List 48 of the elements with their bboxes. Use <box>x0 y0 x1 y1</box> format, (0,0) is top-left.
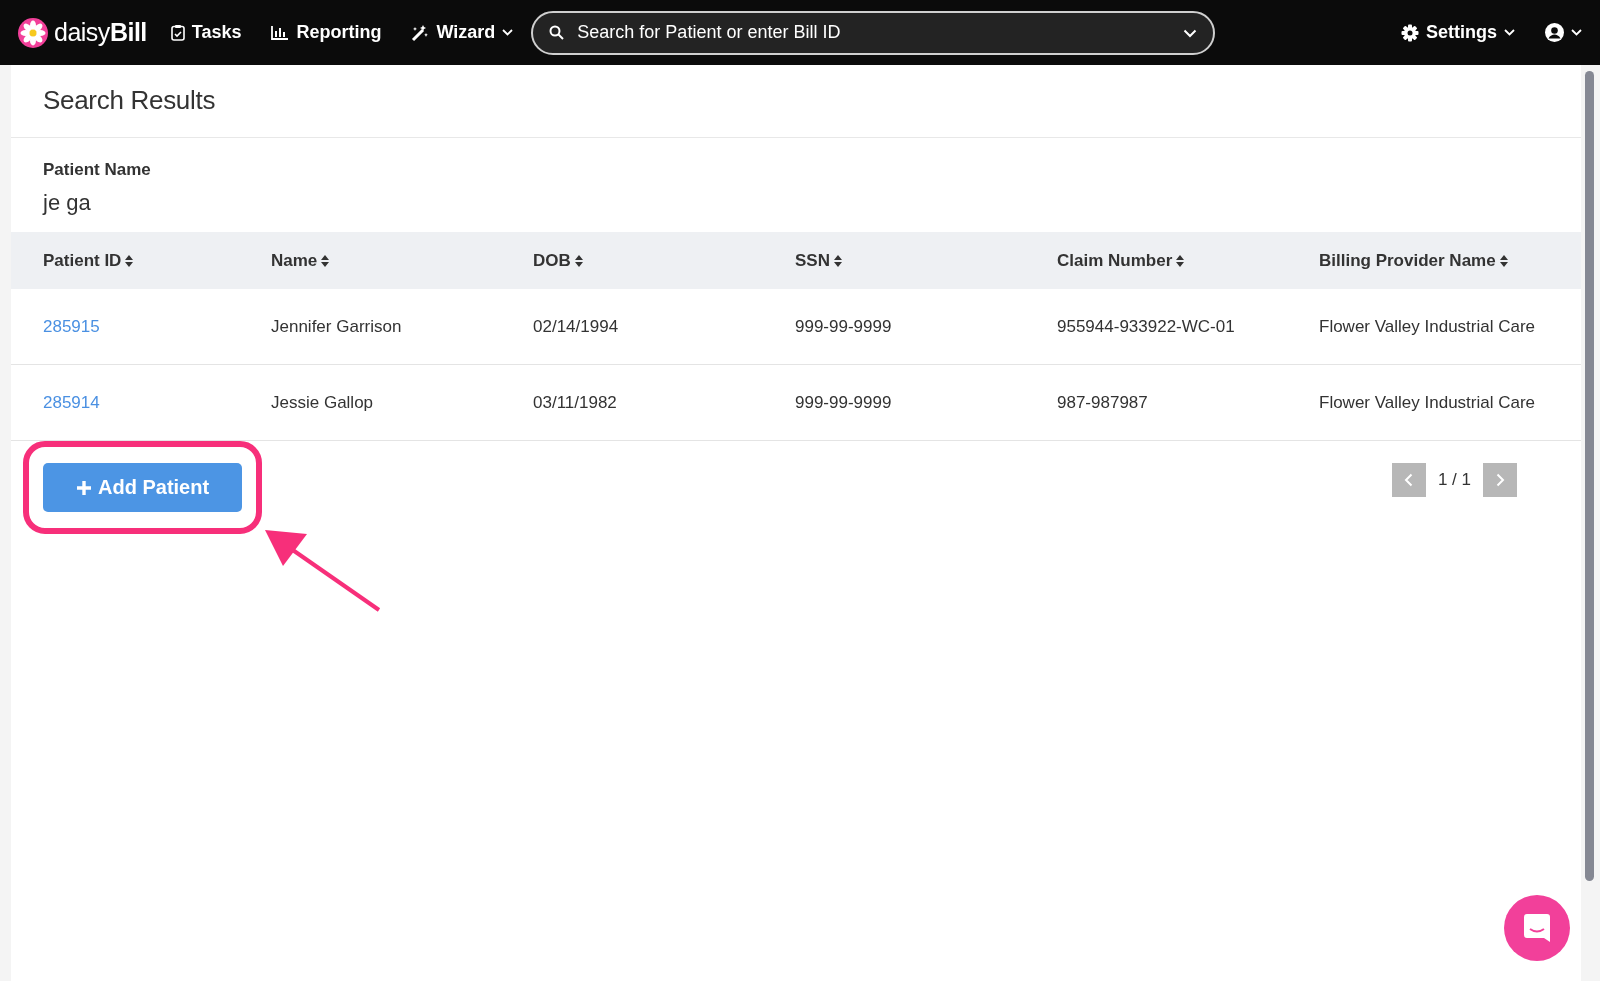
table-cell: 955944-933922-WC-01 <box>1057 316 1235 336</box>
sort-icon <box>125 254 134 267</box>
page-indicator: 1 / 1 <box>1437 470 1471 490</box>
user-avatar-icon <box>1545 23 1564 42</box>
table-cell: 02/14/1994 <box>533 316 619 336</box>
reporting-link[interactable]: Reporting <box>271 22 382 43</box>
table-cell: Flower Valley Industrial Care <box>1319 392 1536 412</box>
chevron-down-icon <box>1504 29 1515 36</box>
table-cell: Jessie Gallop <box>271 392 374 412</box>
sort-icon <box>833 254 842 267</box>
sort-icon <box>574 254 583 267</box>
wizard-menu[interactable]: Wizard <box>411 22 514 43</box>
user-menu[interactable] <box>1545 23 1582 42</box>
clipboard-icon <box>170 24 185 41</box>
bar-chart-icon <box>271 25 290 40</box>
table-cell: Flower Valley Industrial Care <box>1319 316 1536 336</box>
patient-search-field[interactable]: Search for Patient or enter Bill ID <box>531 10 1216 55</box>
column-header[interactable]: Name <box>271 250 330 271</box>
plus-icon <box>76 479 92 496</box>
column-header[interactable]: Billing Provider Name <box>1319 250 1508 271</box>
column-header[interactable]: Patient ID <box>43 250 134 271</box>
chevron-right-icon <box>1495 473 1505 487</box>
settings-menu[interactable]: Settings <box>1401 22 1515 43</box>
chat-icon <box>1524 914 1550 942</box>
sort-icon <box>321 254 330 267</box>
sort-icon <box>1499 254 1508 267</box>
brand-logo-text[interactable]: daisyBill <box>54 18 147 47</box>
table-cell: 999-99-9999 <box>795 316 892 336</box>
table-cell: Jennifer Garrison <box>271 316 402 336</box>
table-cell: 987-987987 <box>1057 392 1148 412</box>
magic-wand-icon <box>411 23 430 42</box>
chevron-down-icon <box>1183 28 1198 38</box>
table-cell: 03/11/1982 <box>533 392 617 412</box>
tasks-link[interactable]: Tasks <box>170 22 242 43</box>
filter-label: Patient Name <box>43 160 152 180</box>
sort-icon <box>1176 254 1185 267</box>
flower-logo-icon <box>18 17 48 48</box>
column-header[interactable]: SSN <box>795 250 842 271</box>
settings-icon <box>1401 23 1419 42</box>
filter-value: je ga <box>43 190 92 216</box>
table-cell: 999-99-9999 <box>795 392 892 412</box>
search-icon <box>549 24 565 40</box>
chevron-down-icon <box>502 29 514 36</box>
chevron-down-icon <box>1571 29 1582 36</box>
chevron-left-icon <box>1404 473 1414 487</box>
column-header[interactable]: Claim Number <box>1057 250 1185 271</box>
page-title: Search Results <box>11 65 1581 138</box>
column-header[interactable]: DOB <box>533 250 583 271</box>
